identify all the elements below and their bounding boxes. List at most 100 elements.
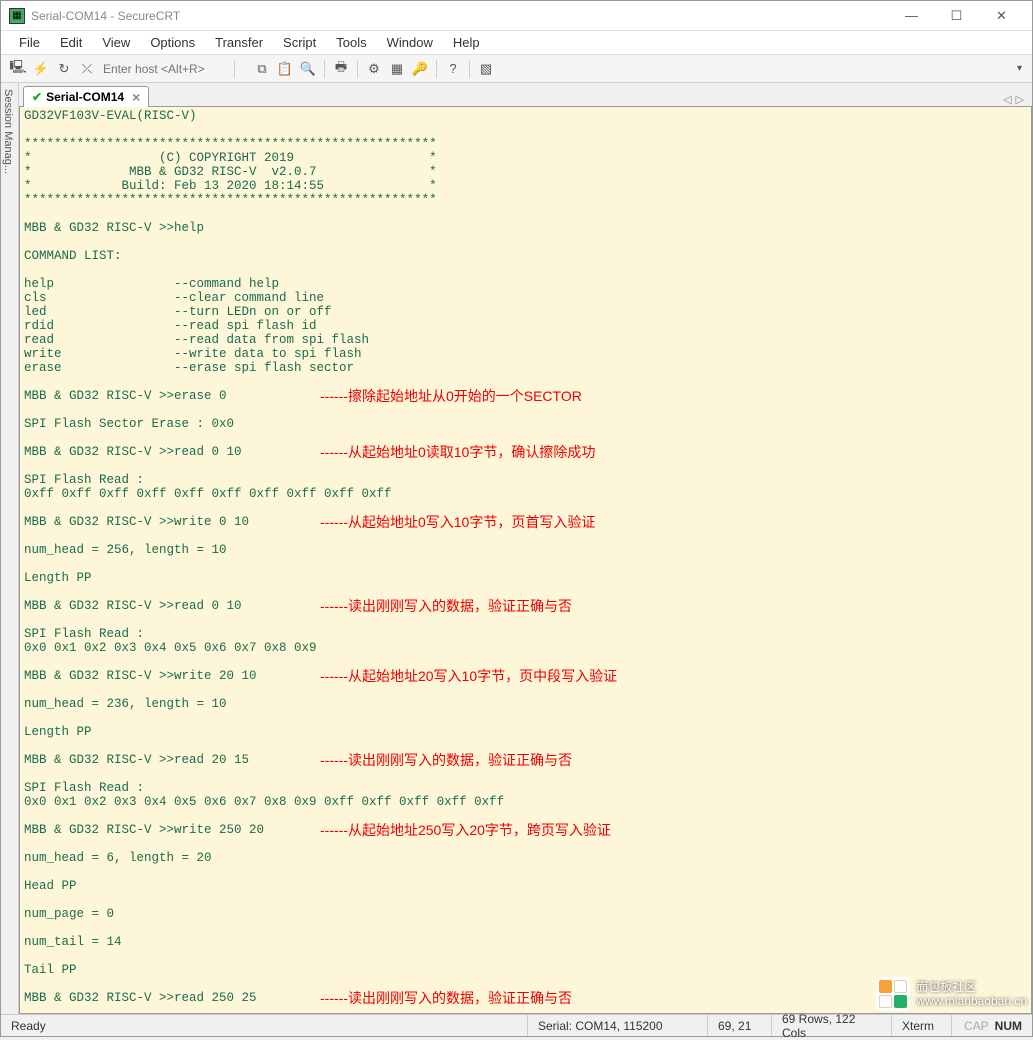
terminal-line: MBB & GD32 RISC-V >>help [24, 221, 1027, 235]
terminal-line: SPI Flash Read : [24, 781, 1027, 795]
reconnect-icon[interactable]: ↻ [53, 58, 75, 80]
terminal-line [24, 893, 1027, 907]
terminal-line: SPI Flash Sector Erase : 0x0 [24, 417, 1027, 431]
terminal-line [24, 459, 1027, 473]
find-icon[interactable]: 🔍 [297, 58, 319, 80]
host-input[interactable] [99, 60, 229, 78]
terminal-line [24, 207, 1027, 221]
menu-view[interactable]: View [94, 33, 138, 52]
terminal-line: SPI Flash Read : [24, 627, 1027, 641]
tabbar: ✔ Serial-COM14 × ◁ ▷ [19, 83, 1032, 107]
terminal-line [24, 809, 1027, 823]
terminal[interactable]: GD32VF103V-EVAL(RISC-V) ****************… [19, 107, 1032, 1014]
menu-help[interactable]: Help [445, 33, 488, 52]
tab-close-icon[interactable]: × [132, 89, 140, 105]
content: ✔ Serial-COM14 × ◁ ▷ GD32VF103V-EVAL(RIS… [19, 83, 1032, 1014]
status-serial: Serial: COM14, 115200 [528, 1015, 708, 1036]
minimize-button[interactable]: — [889, 2, 934, 30]
connect-icon[interactable]: 🖳 [7, 58, 29, 80]
color-icon[interactable]: ▧ [475, 58, 497, 80]
terminal-line: 0x0 0x1 0x2 0x3 0x4 0x5 0x6 0x7 0x8 0x9 [24, 641, 1027, 655]
watermark-text: 面包板社区 www.mianbaoban.cn [916, 980, 1027, 1008]
toolbar-dropdown-icon[interactable]: ▾ [1013, 63, 1026, 74]
key-icon[interactable]: 🔑 [409, 58, 431, 80]
menu-options[interactable]: Options [142, 33, 203, 52]
terminal-line [24, 921, 1027, 935]
status-rows: 69 Rows, 122 Cols [772, 1015, 892, 1036]
titlebar: ▦ Serial-COM14 - SecureCRT — ☐ ✕ [1, 1, 1032, 31]
session-manager-tab[interactable]: Session Manag... [1, 83, 19, 1014]
terminal-line: num_page = 0 [24, 907, 1027, 921]
annotation: ------从起始地址0写入10字节，页首写入验证 [320, 515, 595, 529]
terminal-line: num_head = 256, length = 10 [24, 543, 1027, 557]
window-controls: — ☐ ✕ [889, 2, 1024, 30]
terminal-line: 0xff 0xff 0xff 0xff 0xff 0xff 0xff 0xff … [24, 487, 1027, 501]
terminal-line [24, 431, 1027, 445]
terminal-line: Tail PP [24, 963, 1027, 977]
terminal-line [24, 557, 1027, 571]
menu-tools[interactable]: Tools [328, 33, 374, 52]
annotation: ------读出刚刚写入的数据，验证正确与否 [320, 599, 572, 613]
terminal-line: write --write data to spi flash [24, 347, 1027, 361]
terminal-line [24, 529, 1027, 543]
terminal-line: 0x0 0x1 0x2 0x3 0x4 0x5 0x6 0x7 0x8 0x9 … [24, 795, 1027, 809]
terminal-line: SPI Flash Read : [24, 473, 1027, 487]
terminal-line [24, 123, 1027, 137]
connected-icon: ✔ [32, 90, 42, 104]
disconnect-icon[interactable]: ⤫ [76, 58, 98, 80]
menubar: File Edit View Options Transfer Script T… [1, 31, 1032, 55]
watermark: 面包板社区 www.mianbaoban.cn [876, 977, 1027, 1011]
terminal-line: * Build: Feb 13 2020 18:14:55 * [24, 179, 1027, 193]
quick-connect-icon[interactable]: ⚡ [30, 58, 52, 80]
annotation: ------擦除起始地址从0开始的一个SECTOR [320, 389, 582, 403]
watermark-logo-icon [876, 977, 910, 1011]
terminal-line [24, 501, 1027, 515]
tab-serial-com14[interactable]: ✔ Serial-COM14 × [23, 86, 149, 107]
menu-transfer[interactable]: Transfer [207, 33, 271, 52]
terminal-line: rdid --read spi flash id [24, 319, 1027, 333]
menu-window[interactable]: Window [379, 33, 441, 52]
terminal-line [24, 711, 1027, 725]
statusbar: Ready Serial: COM14, 115200 69, 21 69 Ro… [1, 1014, 1032, 1036]
window-title: Serial-COM14 - SecureCRT [31, 9, 889, 23]
terminal-line [24, 837, 1027, 851]
close-button[interactable]: ✕ [979, 2, 1024, 30]
menu-script[interactable]: Script [275, 33, 324, 52]
main-area: Session Manag... ✔ Serial-COM14 × ◁ ▷ GD… [1, 83, 1032, 1014]
terminal-line: * MBB & GD32 RISC-V v2.0.7 * [24, 165, 1027, 179]
num-indicator: NUM [995, 1019, 1022, 1033]
print-icon[interactable]: 🖶 [330, 58, 352, 80]
terminal-line: num_head = 236, length = 10 [24, 697, 1027, 711]
copy-icon[interactable]: ⧉ [251, 58, 273, 80]
terminal-line [24, 655, 1027, 669]
terminal-line: Length PP [24, 571, 1027, 585]
terminal-line: num_head = 6, length = 20 [24, 851, 1027, 865]
paste-icon[interactable]: 📋 [274, 58, 296, 80]
status-caps: CAP NUM [952, 1015, 1032, 1036]
annotation: ------从起始地址20写入10字节，页中段写入验证 [320, 669, 617, 683]
maximize-button[interactable]: ☐ [934, 2, 979, 30]
tab-prev-icon[interactable]: ◁ [1003, 93, 1011, 106]
terminal-line: COMMAND LIST: [24, 249, 1027, 263]
terminal-line: ****************************************… [24, 193, 1027, 207]
terminal-line [24, 375, 1027, 389]
tab-nav: ◁ ▷ [1003, 93, 1028, 106]
tab-label: Serial-COM14 [46, 90, 124, 104]
annotation: ------读出刚刚写入的数据，验证正确与否 [320, 991, 572, 1005]
terminal-line: ****************************************… [24, 137, 1027, 151]
terminal-line [24, 263, 1027, 277]
session-options-icon[interactable]: ▦ [386, 58, 408, 80]
terminal-line [24, 739, 1027, 753]
terminal-line [24, 767, 1027, 781]
menu-file[interactable]: File [11, 33, 48, 52]
menu-edit[interactable]: Edit [52, 33, 90, 52]
separator [436, 60, 437, 78]
tab-next-icon[interactable]: ▷ [1016, 93, 1024, 106]
separator [469, 60, 470, 78]
settings-icon[interactable]: ⚙ [363, 58, 385, 80]
terminal-line: help --command help [24, 277, 1027, 291]
help-icon[interactable]: ? [442, 58, 464, 80]
terminal-line: erase --erase spi flash sector [24, 361, 1027, 375]
separator [234, 60, 235, 78]
terminal-line [24, 683, 1027, 697]
